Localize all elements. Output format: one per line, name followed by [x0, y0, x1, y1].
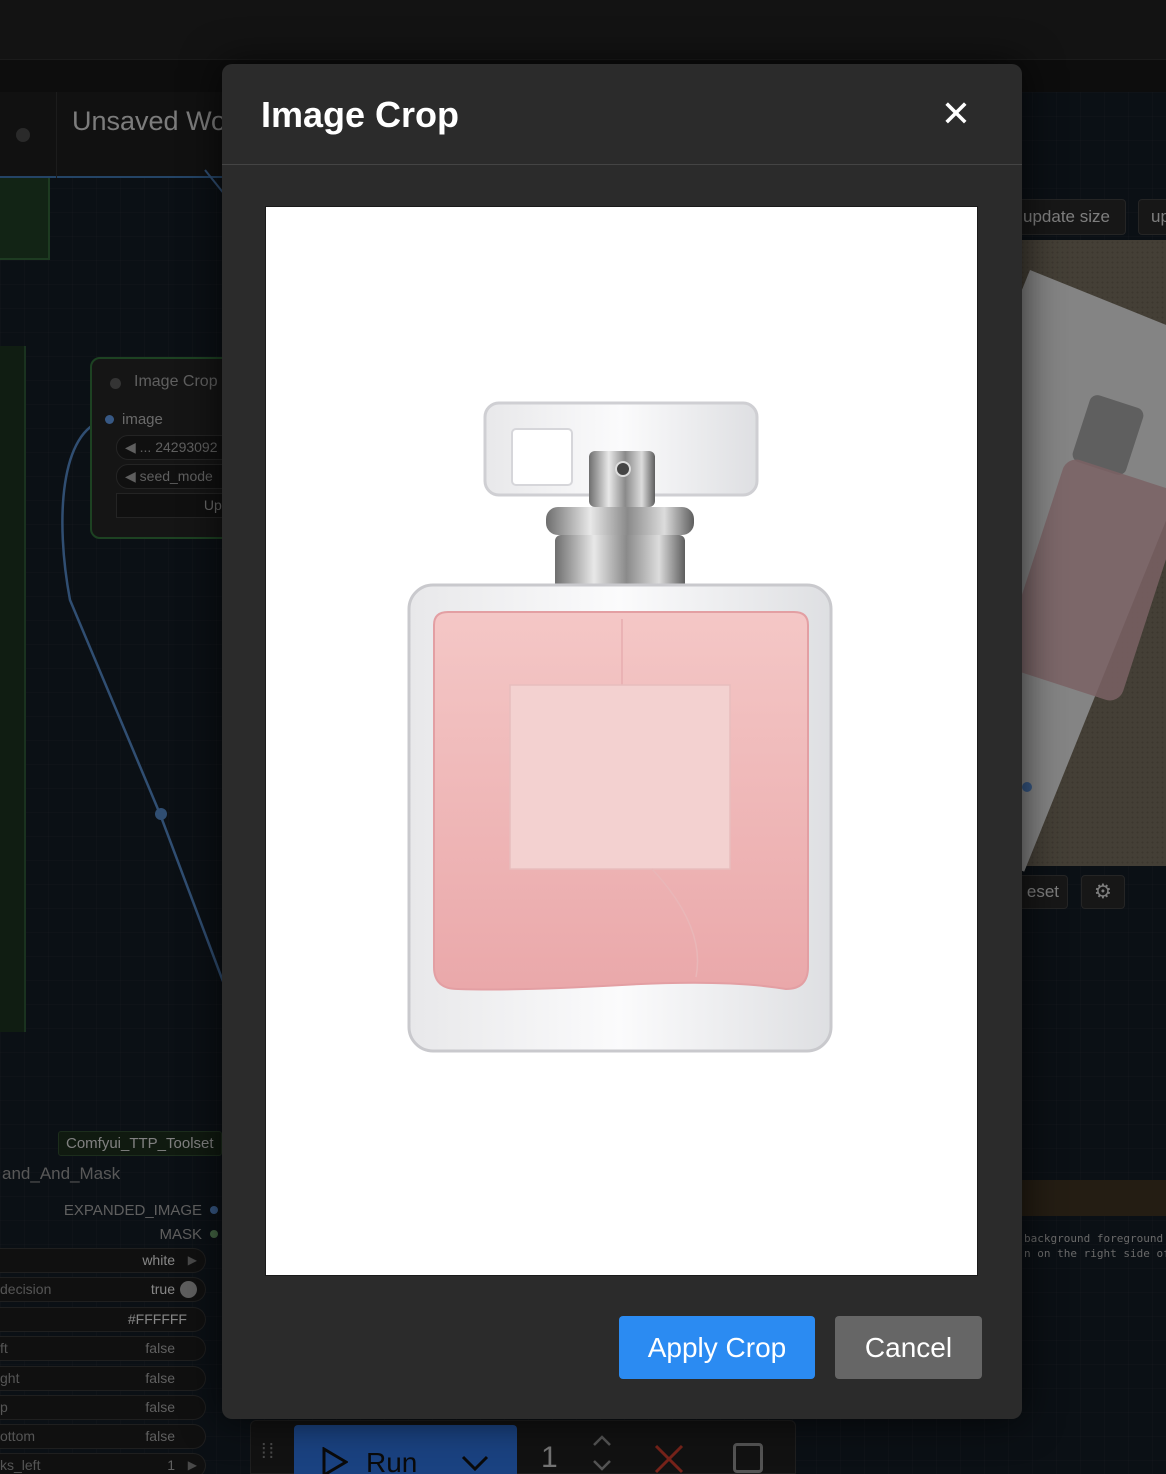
dialog-header: Image Crop ✕ — [222, 64, 1022, 165]
apply-crop-button[interactable]: Apply Crop — [619, 1316, 815, 1379]
perfume-bottle-image — [407, 401, 833, 1053]
close-icon[interactable]: ✕ — [938, 94, 974, 134]
image-crop-dialog: Image Crop ✕ Apply Crop Cancel — [222, 64, 1022, 1419]
crop-image-area[interactable] — [265, 206, 978, 1276]
dialog-title: Image Crop — [261, 94, 460, 135]
cancel-button[interactable]: Cancel — [835, 1316, 982, 1379]
